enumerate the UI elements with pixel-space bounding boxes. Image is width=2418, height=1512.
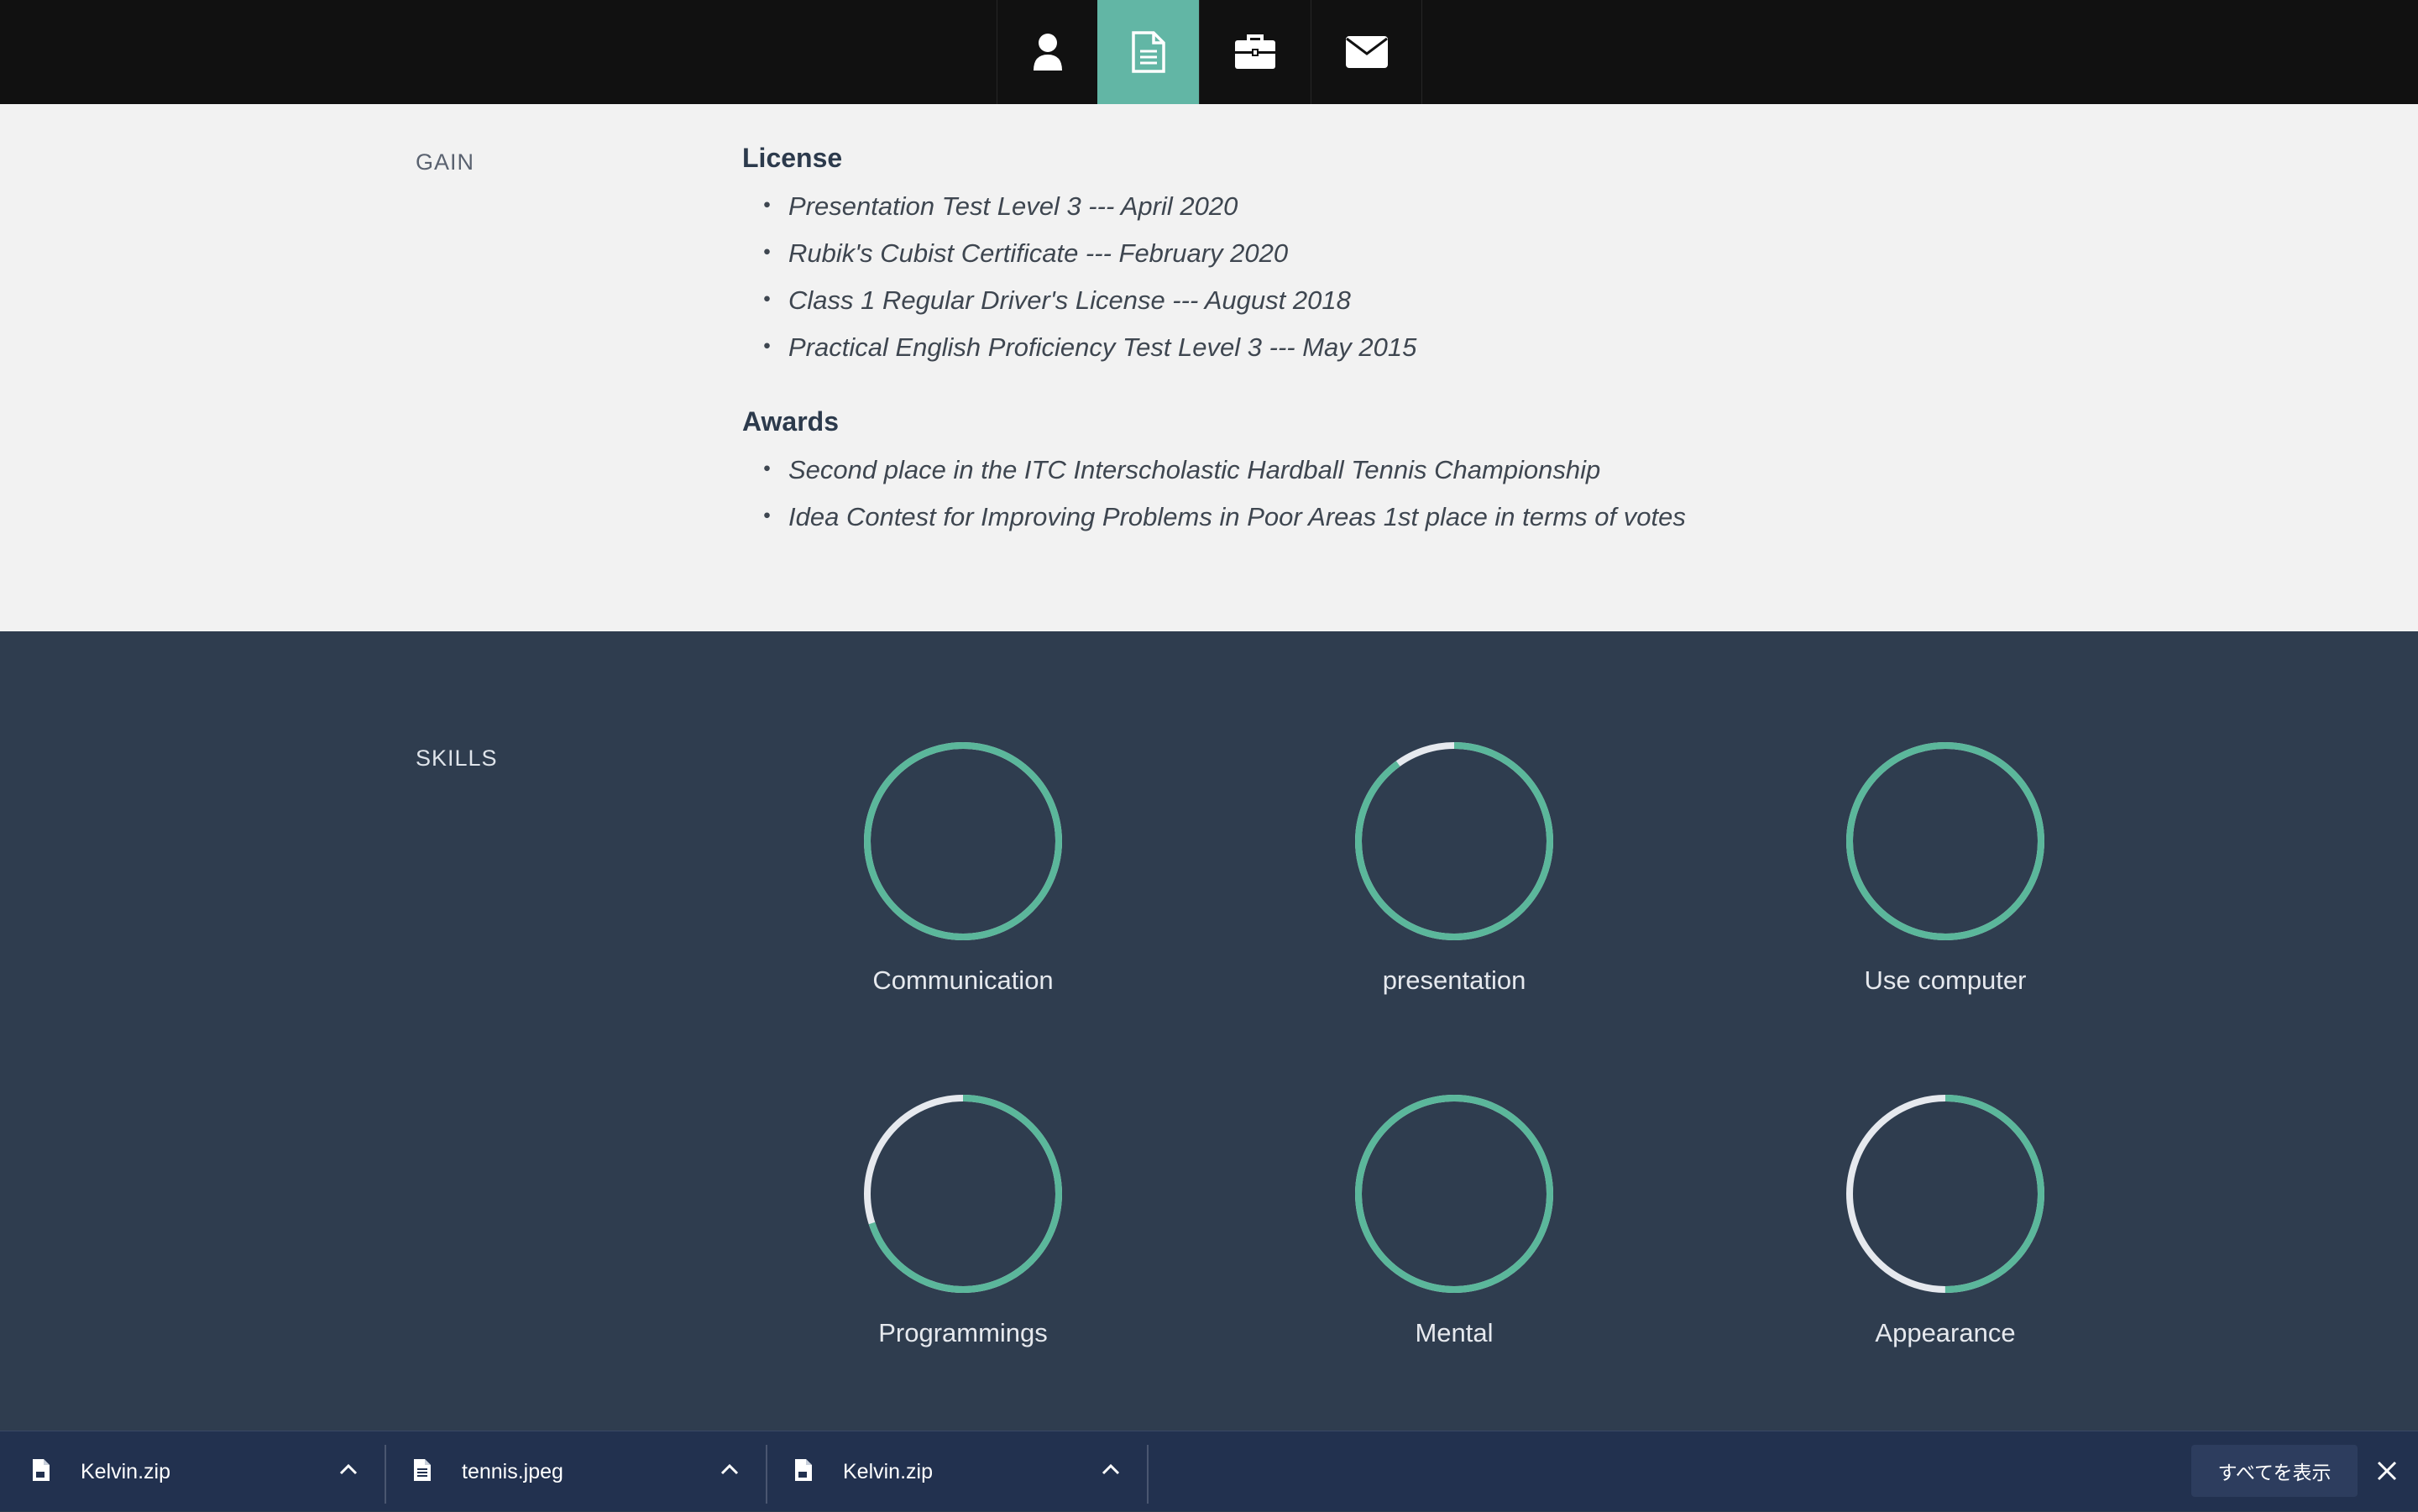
skill-name: Communication bbox=[872, 965, 1054, 995]
skill-name: Use computer bbox=[1864, 965, 2027, 995]
skill-item: presentation bbox=[1328, 739, 1580, 1007]
skill-name: Programmings bbox=[878, 1318, 1048, 1347]
nav-contact-button[interactable] bbox=[1311, 0, 1422, 104]
skill-name: Mental bbox=[1415, 1318, 1494, 1347]
download-filename: tennis.jpeg bbox=[462, 1460, 563, 1483]
skill-item: Appearance bbox=[1819, 1091, 2071, 1360]
skills-section-label: SKILLS bbox=[416, 746, 498, 771]
license-text: Rubik's Cubist Certificate --- February … bbox=[788, 238, 1289, 268]
envelope-icon bbox=[1345, 36, 1388, 68]
award-text: Second place in the ITC Interscholastic … bbox=[788, 455, 1601, 484]
skill-ring-progress bbox=[1355, 1095, 1553, 1293]
nav-profile-button[interactable] bbox=[997, 0, 1097, 104]
chevron-up-icon[interactable] bbox=[720, 1463, 739, 1475]
list-item: ・ Second place in the ITC Interscholastic… bbox=[754, 447, 2002, 494]
skill-ring bbox=[864, 1095, 1062, 1293]
list-item: ・ Presentation Test Level 3 --- April 202… bbox=[754, 183, 2002, 230]
skill-ring-progress bbox=[864, 742, 1062, 940]
download-filename: Kelvin.zip bbox=[81, 1460, 170, 1483]
skill-name: presentation bbox=[1382, 965, 1526, 995]
skill-ring-progress bbox=[1355, 742, 1553, 940]
skill-ring bbox=[1846, 1095, 2044, 1293]
top-nav bbox=[0, 0, 2418, 104]
bullet: ・ bbox=[754, 285, 780, 315]
list-item: ・ Practical English Proficiency Test Leve… bbox=[754, 324, 2002, 371]
download-item[interactable]: Kelvin.zip bbox=[0, 1431, 383, 1512]
bullet: ・ bbox=[754, 238, 780, 268]
divider bbox=[1147, 1445, 1149, 1504]
close-icon[interactable] bbox=[2376, 1460, 2398, 1482]
gain-section-label: GAIN bbox=[416, 149, 475, 175]
license-list: ・ Presentation Test Level 3 --- April 202… bbox=[742, 183, 2002, 371]
zip-file-icon bbox=[795, 1459, 812, 1481]
list-item: ・ Rubik's Cubist Certificate --- February… bbox=[754, 230, 2002, 277]
bullet: ・ bbox=[754, 332, 780, 362]
skill-item: Mental bbox=[1328, 1091, 1580, 1360]
awards-heading: Awards bbox=[742, 406, 840, 437]
briefcase-icon bbox=[1235, 34, 1275, 69]
license-text: Practical English Proficiency Test Level… bbox=[788, 332, 1417, 362]
awards-list: ・ Second place in the ITC Interscholastic… bbox=[742, 447, 2002, 541]
user-icon bbox=[1033, 34, 1062, 71]
award-text: Idea Contest for Improving Problems in P… bbox=[788, 502, 1686, 531]
skill-ring bbox=[1846, 742, 2044, 940]
nav-portfolio-button[interactable] bbox=[1199, 0, 1311, 104]
skill-ring bbox=[864, 742, 1062, 940]
license-text: Presentation Test Level 3 --- April 2020 bbox=[788, 191, 1238, 221]
bullet: ・ bbox=[754, 502, 780, 531]
skill-item: Communication bbox=[837, 739, 1089, 1007]
zip-file-icon bbox=[33, 1459, 50, 1481]
chevron-up-icon[interactable] bbox=[339, 1463, 358, 1475]
nav-resume-button[interactable] bbox=[1097, 0, 1199, 104]
skill-item: Programmings bbox=[837, 1091, 1089, 1360]
gain-section: GAIN License ・ Presentation Test Level 3 … bbox=[0, 104, 2418, 631]
skill-name: Appearance bbox=[1875, 1318, 2016, 1347]
bullet: ・ bbox=[754, 191, 780, 221]
download-filename: Kelvin.zip bbox=[843, 1460, 933, 1483]
chevron-up-icon[interactable] bbox=[1102, 1463, 1120, 1475]
download-item[interactable]: Kelvin.zip bbox=[762, 1431, 1145, 1512]
skill-item: Use computer bbox=[1819, 739, 2071, 1007]
list-item: ・ Class 1 Regular Driver's License --- Au… bbox=[754, 277, 2002, 324]
download-item[interactable]: tennis.jpeg bbox=[381, 1431, 764, 1512]
license-text: Class 1 Regular Driver's License --- Aug… bbox=[788, 285, 1351, 315]
document-icon bbox=[1131, 31, 1165, 73]
gain-content: License ・ Presentation Test Level 3 --- A… bbox=[742, 139, 2002, 541]
skill-ring bbox=[1355, 742, 1553, 940]
download-bar: Kelvin.zip tennis.jpeg Kelvin.zip すべてを表示 bbox=[0, 1431, 2418, 1511]
license-heading: License bbox=[742, 143, 843, 173]
image-file-icon bbox=[414, 1459, 431, 1481]
list-item: ・ Idea Contest for Improving Problems in … bbox=[754, 494, 2002, 541]
skills-section: SKILLS Communication presentation Use comp… bbox=[0, 631, 2418, 1431]
skill-ring-progress bbox=[1846, 742, 2044, 940]
show-all-button[interactable]: すべてを表示 bbox=[2191, 1445, 2358, 1497]
skill-ring bbox=[1355, 1095, 1553, 1293]
bullet: ・ bbox=[754, 455, 780, 484]
